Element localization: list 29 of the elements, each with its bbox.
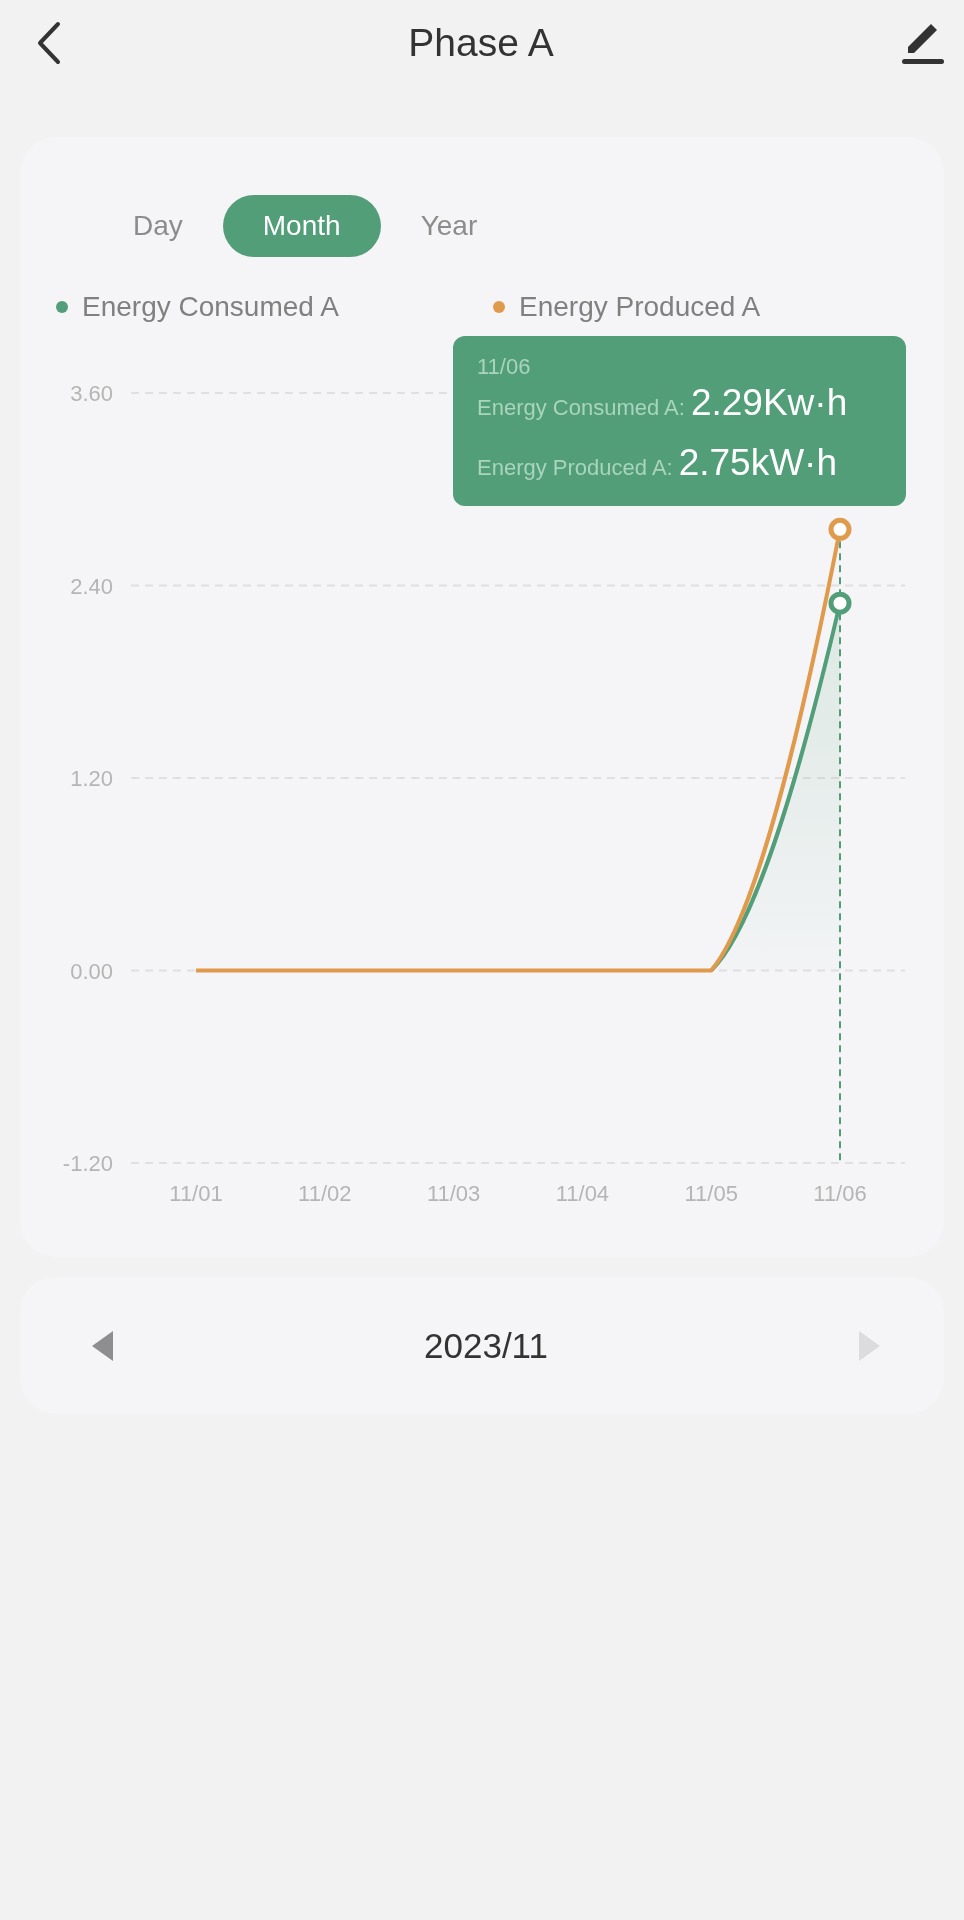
right-triangle-icon [858,1330,880,1361]
legend-label: Energy Produced A [519,291,761,323]
tooltip-label: Energy Consumed A: [477,395,685,421]
y-tick-label: 2.40 [70,573,113,599]
tooltip-label: Energy Produced A: [477,455,673,481]
back-icon [36,21,62,65]
data-point [828,517,852,541]
y-tick-label: 1.20 [70,766,113,791]
period-label: 2023/11 [424,1325,548,1366]
x-tick-label: 11/06 [813,1181,867,1206]
tooltip-date: 11/06 [477,354,532,380]
y-tick-label: -1.20 [62,1151,113,1176]
x-tick-label: 11/04 [555,1181,610,1206]
tooltip-value: 2.75kW·h [678,442,838,484]
x-tick-label: 11/03 [426,1181,481,1206]
data-point [828,591,852,615]
period-tab[interactable]: Year [380,195,518,257]
tooltip-value: 2.29Kw·h [690,382,848,424]
left-triangle-icon [92,1330,114,1361]
x-tick-label: 11/02 [298,1181,352,1206]
period-tab[interactable]: Day [93,195,223,257]
y-tick-label: 3.60 [70,381,113,406]
period-tab[interactable]: Month [222,195,381,257]
x-tick-label: 11/01 [169,1181,223,1206]
pencil-icon [900,21,944,65]
legend-label: Energy Consumed A [82,291,339,323]
x-tick-label: 11/05 [684,1181,738,1206]
y-tick-label: 0.00 [70,958,113,984]
page-title: Phase A [408,21,554,65]
